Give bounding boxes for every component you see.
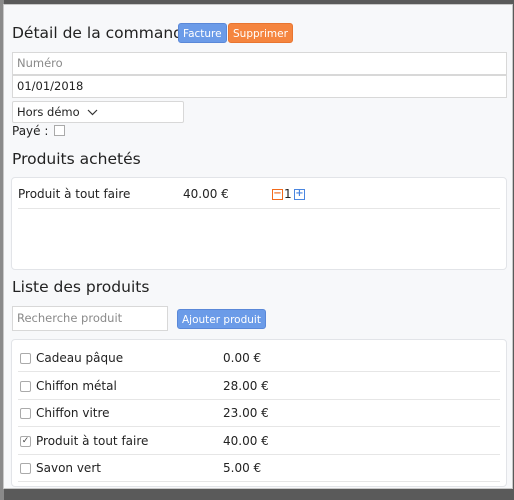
product-search-placeholder: Recherche produit: [17, 311, 123, 325]
purchased-item-quantity: 1: [284, 187, 292, 201]
product-checkbox[interactable]: [20, 463, 31, 474]
order-date-input[interactable]: 01/01/2018: [12, 75, 507, 98]
purchased-item: Produit à tout faire 40.00 € − 1 +: [18, 178, 500, 209]
product-name: Chiffon métal: [36, 379, 117, 393]
purchased-item-price: 40.00 €: [183, 187, 229, 201]
product-price: 23.00 €: [223, 406, 269, 420]
product-row[interactable]: ✓ Produit à tout faire 40.00 €: [18, 427, 500, 455]
chevron-down-icon: [87, 109, 98, 116]
product-row[interactable]: Chiffon vitre 23.00 €: [18, 399, 500, 427]
product-checkbox[interactable]: [20, 353, 31, 364]
purchased-title: Produits achetés: [12, 150, 141, 168]
order-number-placeholder: Numéro: [17, 56, 63, 70]
decrease-quantity-icon[interactable]: −: [272, 189, 283, 200]
paid-field: Payé :: [12, 124, 66, 138]
product-name: Cadeau pâque: [36, 351, 124, 365]
purchased-list: Produit à tout faire 40.00 € − 1 +: [11, 177, 507, 270]
catalog-title: Liste des produits: [12, 278, 150, 296]
delete-button[interactable]: Supprimer: [228, 23, 293, 43]
product-checkbox[interactable]: [20, 408, 31, 419]
order-detail-modal: Détail de la commande Facture Supprimer …: [3, 4, 513, 489]
product-checkbox[interactable]: [20, 381, 31, 392]
product-name: Savon vert: [36, 461, 101, 475]
checked-checkbox[interactable]: ✓: [20, 436, 31, 447]
product-price: 5.00 €: [223, 461, 262, 475]
add-product-button[interactable]: Ajouter produit: [177, 309, 266, 329]
invoice-button[interactable]: Facture: [178, 23, 227, 43]
mode-select[interactable]: Hors démo: [12, 101, 184, 123]
order-number-input[interactable]: Numéro: [12, 52, 507, 75]
purchased-item-name: Produit à tout faire: [18, 187, 131, 201]
product-row[interactable]: Cadeau pâque 0.00 €: [18, 344, 500, 372]
mode-select-value: Hors démo: [17, 105, 80, 119]
order-title: Détail de la commande: [12, 24, 193, 42]
product-price: 40.00 €: [223, 434, 269, 448]
product-search-input[interactable]: Recherche produit: [12, 306, 168, 331]
product-price: 0.00 €: [223, 351, 262, 365]
paid-label: Payé :: [12, 124, 49, 138]
product-name: Produit à tout faire: [36, 434, 149, 448]
product-row[interactable]: Chiffon métal 28.00 €: [18, 372, 500, 400]
product-row[interactable]: Savon vert 5.00 €: [18, 454, 500, 482]
paid-checkbox[interactable]: [54, 125, 66, 136]
product-name: Chiffon vitre: [36, 406, 110, 420]
increase-quantity-icon[interactable]: +: [294, 189, 305, 200]
product-price: 28.00 €: [223, 379, 269, 393]
product-list: Cadeau pâque 0.00 € Chiffon métal 28.00 …: [11, 339, 507, 487]
